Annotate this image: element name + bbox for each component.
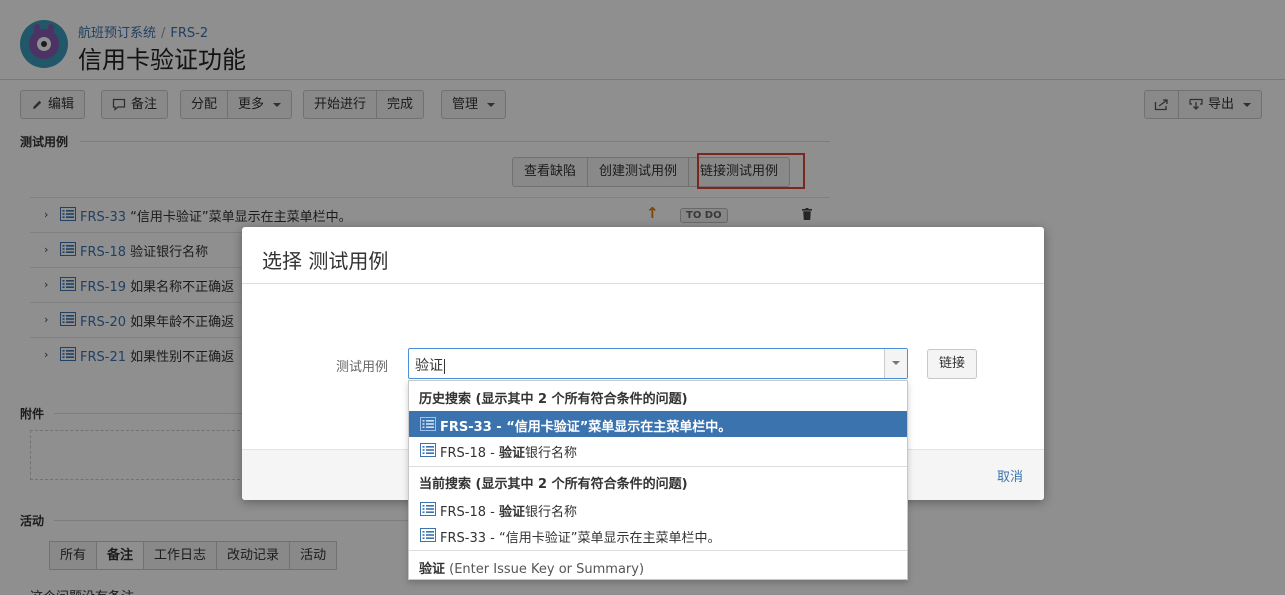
- suggestion-text: FRS-33 - “信用卡验证”菜单显示在主菜单栏中。: [440, 527, 720, 546]
- suggestion-item[interactable]: FRS-18 - 验证银行名称: [409, 437, 907, 463]
- current-search-header: 当前搜索 (显示其中 2 个所有符合条件的问题): [419, 477, 688, 492]
- test-case-field-label: 测试用例: [336, 360, 389, 375]
- suggestion-match: 验证: [498, 505, 525, 520]
- cancel-link[interactable]: 取消: [997, 466, 1023, 485]
- dropdown-divider: [409, 466, 907, 467]
- history-search-header: 历史搜索 (显示其中 2 个所有符合条件的问题): [419, 392, 688, 407]
- dialog-header: 选择 测试用例: [242, 227, 1044, 284]
- suggestion-text: FRS-18 - 验证银行名称: [440, 501, 577, 520]
- search-input-value: 验证: [415, 358, 443, 374]
- text-cursor: [444, 358, 445, 374]
- suggestion-key: FRS-33: [440, 420, 492, 435]
- suggestion-dash: -: [486, 505, 499, 520]
- dialog-title: 选择 测试用例: [262, 249, 389, 273]
- dropdown-toggle-button[interactable]: [884, 349, 907, 378]
- suggestion-item[interactable]: FRS-33 - “信用卡验证”菜单显示在主菜单栏中。: [409, 522, 907, 548]
- suggestion-item[interactable]: FRS-18 - 验证银行名称: [409, 496, 907, 522]
- suggestion-key: FRS-18: [440, 446, 486, 461]
- test-case-icon: [420, 443, 436, 457]
- search-hint[interactable]: 验证 (Enter Issue Key or Summary): [419, 558, 644, 577]
- chevron-down-icon: [892, 361, 900, 365]
- suggestion-summary: 银行名称: [524, 446, 577, 461]
- test-case-icon: [420, 528, 436, 542]
- test-case-search-input[interactable]: 验证: [408, 348, 908, 379]
- search-hint-text: (Enter Issue Key or Summary): [445, 562, 645, 577]
- suggestion-dash: -: [486, 446, 499, 461]
- suggestion-dropdown: 历史搜索 (显示其中 2 个所有符合条件的问题) FRS-33 - “信用卡验证…: [408, 380, 908, 580]
- issue-page: 航班预订系统 / FRS-2 信用卡验证功能 编辑 备注 分配 更多 开始进行 完成…: [0, 0, 1285, 595]
- suggestion-item[interactable]: FRS-33 - “信用卡验证”菜单显示在主菜单栏中。: [409, 411, 907, 437]
- suggestion-summary: “信用卡验证”菜单显示在主菜单栏中。: [498, 531, 721, 546]
- suggestion-key: FRS-18: [440, 505, 486, 520]
- link-button[interactable]: 链接: [927, 349, 977, 379]
- suggestion-summary: “信用卡验证”菜单显示在主菜单栏中。: [506, 420, 732, 435]
- suggestion-text: FRS-33 - “信用卡验证”菜单显示在主菜单栏中。: [440, 416, 731, 435]
- suggestion-summary: 银行名称: [524, 505, 577, 520]
- search-input-text[interactable]: 验证: [415, 355, 445, 375]
- dropdown-divider: [409, 550, 907, 551]
- suggestion-dash: -: [486, 531, 499, 546]
- test-case-icon: [420, 502, 436, 516]
- search-hint-query: 验证: [419, 562, 446, 577]
- suggestion-dash: -: [491, 420, 507, 435]
- suggestion-match: 验证: [498, 446, 525, 461]
- test-case-icon: [420, 417, 436, 431]
- suggestion-text: FRS-18 - 验证银行名称: [440, 442, 577, 461]
- suggestion-key: FRS-33: [440, 531, 486, 546]
